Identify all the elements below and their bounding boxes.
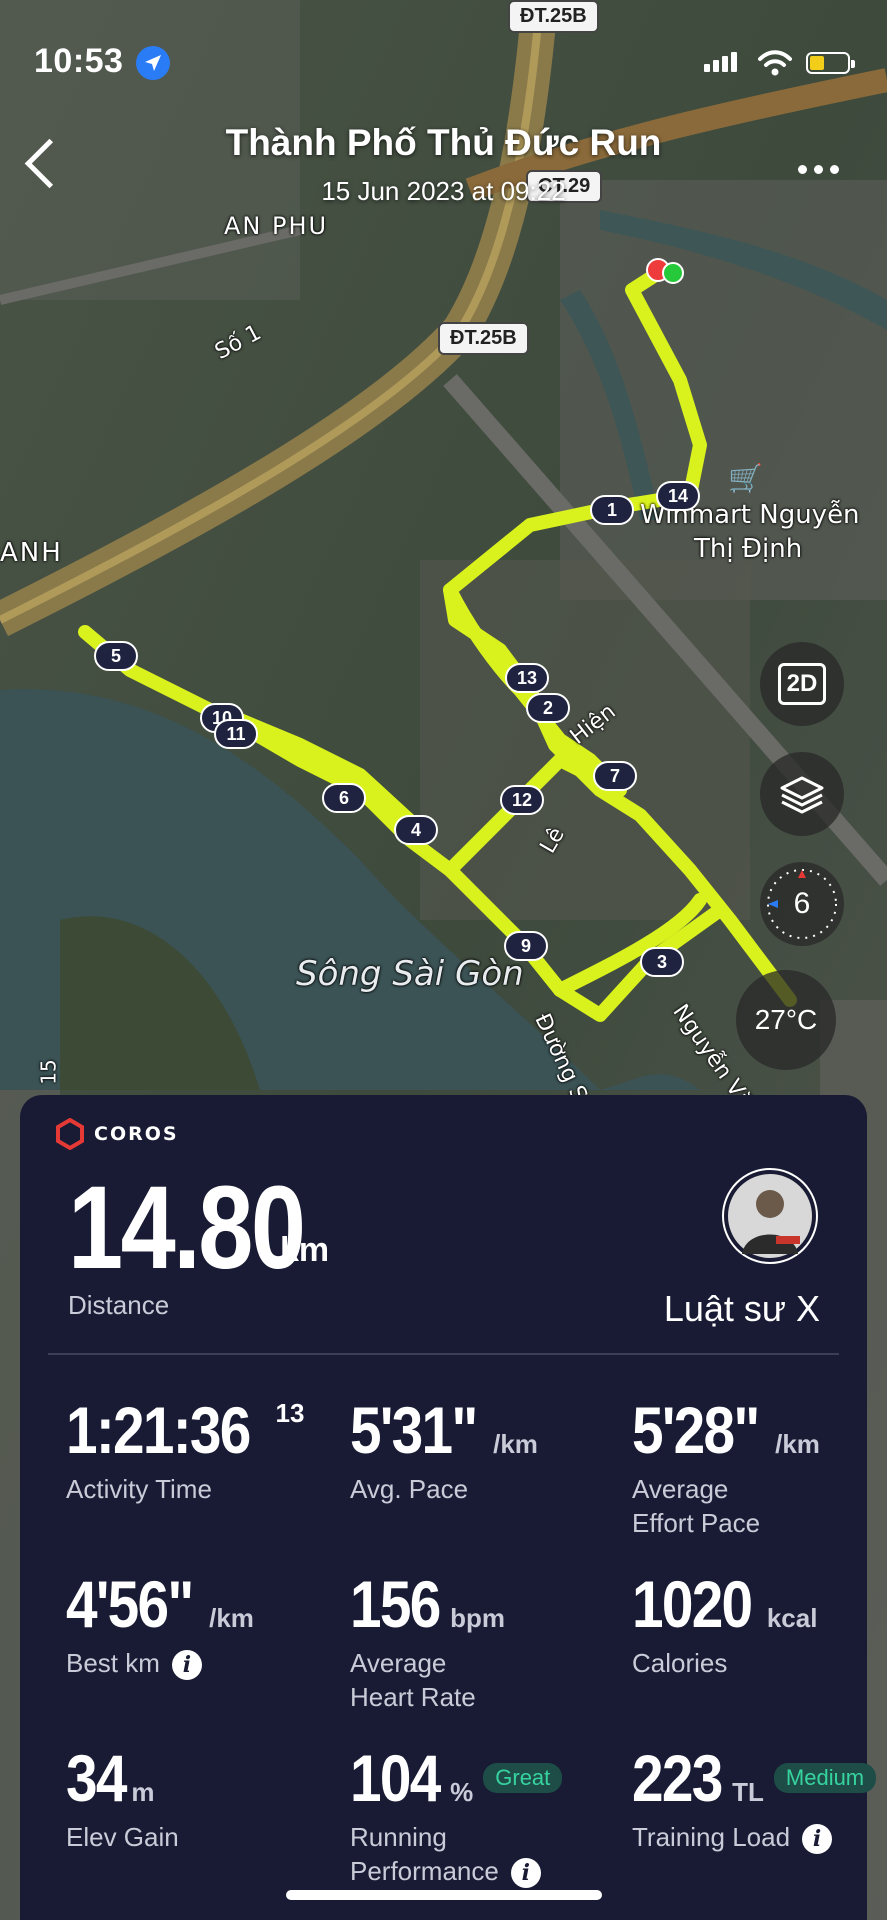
stat-elev-gain: 34 m Elev Gain bbox=[66, 1740, 179, 1854]
training-load-value: 223 bbox=[632, 1741, 723, 1815]
running-performance-info-icon[interactable]: i bbox=[510, 1858, 541, 1889]
activity-time-value: 1:21:36 bbox=[66, 1393, 251, 1467]
running-performance-label1: Running bbox=[350, 1822, 447, 1852]
stat-avg-pace: 5'31" /km Avg. Pace bbox=[350, 1392, 538, 1506]
avatar[interactable] bbox=[722, 1168, 818, 1264]
location-arrow-icon bbox=[136, 46, 170, 80]
stat-best-km: 4'56" /km Best km i bbox=[66, 1566, 254, 1681]
km-marker-9[interactable]: 9 bbox=[504, 931, 548, 961]
toggle-2d-button[interactable]: 2D bbox=[760, 642, 844, 726]
map-label-edge-15: 15 bbox=[36, 1059, 61, 1085]
best-km-label: Best km bbox=[66, 1648, 160, 1678]
training-load-info-icon[interactable]: i bbox=[802, 1824, 833, 1855]
km-marker-4[interactable]: 4 bbox=[394, 815, 438, 845]
running-performance-label2: Performance bbox=[350, 1856, 499, 1886]
road-sign-dt25b-top: ĐT.25B bbox=[508, 0, 599, 33]
running-performance-value: 104 bbox=[350, 1741, 441, 1815]
stat-effort-pace: 5'28" /km Average Effort Pace bbox=[632, 1392, 820, 1540]
avg-pace-unit: /km bbox=[493, 1429, 538, 1459]
km-marker-14[interactable]: 14 bbox=[656, 481, 700, 511]
map-label-anh: ANH bbox=[0, 538, 63, 568]
km-marker-11[interactable]: 11 bbox=[214, 719, 258, 749]
layers-button[interactable] bbox=[760, 752, 844, 836]
coros-logo: COROS bbox=[54, 1118, 179, 1150]
elev-gain-unit: m bbox=[131, 1777, 155, 1807]
km-marker-7[interactable]: 7 bbox=[593, 761, 637, 791]
signal-icon bbox=[704, 52, 737, 72]
effort-pace-label2: Effort Pace bbox=[632, 1508, 761, 1538]
elev-gain-label: Elev Gain bbox=[66, 1822, 179, 1852]
layers-icon bbox=[780, 776, 824, 814]
compass-level: 6 bbox=[793, 887, 811, 920]
brand-name: COROS bbox=[94, 1123, 179, 1145]
distance-value: 14.80 bbox=[68, 1162, 306, 1294]
activity-time-label: Activity Time bbox=[66, 1474, 212, 1504]
temperature-label: 27°C bbox=[754, 1004, 818, 1035]
page-title: Thành Phố Thủ Đức Run bbox=[225, 122, 662, 163]
elev-gain-value: 34 bbox=[66, 1741, 127, 1815]
effort-pace-value: 5'28" bbox=[632, 1393, 760, 1467]
best-km-value: 4'56" bbox=[66, 1567, 194, 1641]
battery-icon bbox=[806, 52, 855, 74]
map-label-an-phu: AN PHU bbox=[224, 212, 329, 240]
heart-rate-unit: bpm bbox=[450, 1603, 506, 1633]
distance-label: Distance bbox=[68, 1290, 170, 1320]
activity-date: 15 Jun 2023 at 09:22 bbox=[321, 176, 566, 206]
stat-running-performance: 104% Great Running Performance i bbox=[350, 1740, 563, 1889]
km-marker-6[interactable]: 6 bbox=[322, 783, 366, 813]
training-load-unit: TL bbox=[732, 1777, 764, 1807]
calories-label: Calories bbox=[632, 1648, 728, 1678]
km-marker-3[interactable]: 3 bbox=[640, 947, 684, 977]
best-km-unit: /km bbox=[209, 1603, 254, 1633]
avg-pace-label: Avg. Pace bbox=[350, 1474, 469, 1504]
wifi-icon bbox=[758, 50, 792, 76]
training-load-badge: Medium bbox=[773, 1763, 877, 1793]
stat-heart-rate: 156 bpm Average Heart Rate bbox=[350, 1566, 505, 1714]
activity-time-sup: 13 bbox=[275, 1398, 305, 1428]
training-load-label: Training Load bbox=[632, 1822, 791, 1852]
compass-button[interactable]: 6 bbox=[760, 862, 844, 946]
home-indicator[interactable] bbox=[286, 1890, 602, 1900]
running-performance-unit: % bbox=[450, 1777, 474, 1807]
weather-badge: 27°C bbox=[736, 970, 836, 1070]
effort-pace-unit: /km bbox=[775, 1429, 820, 1459]
km-marker-12[interactable]: 12 bbox=[500, 785, 544, 815]
athlete-name: Luật sư X bbox=[663, 1288, 820, 1329]
more-icon[interactable] bbox=[798, 165, 839, 174]
heart-rate-label2: Heart Rate bbox=[350, 1682, 476, 1712]
distance-unit: km bbox=[280, 1231, 330, 1269]
mode-2d-label: 2D bbox=[777, 663, 827, 705]
effort-pace-label1: Average bbox=[632, 1474, 729, 1504]
stat-activity-time: 1:21:36 13 Activity Time bbox=[66, 1392, 304, 1506]
map-label-river: Sông Sài Gòn bbox=[296, 954, 524, 994]
map-label-store-line2: Thị Định bbox=[694, 534, 803, 564]
heart-rate-label1: Average bbox=[350, 1648, 447, 1678]
km-marker-2[interactable]: 2 bbox=[526, 693, 570, 723]
route-start-dot bbox=[662, 262, 684, 284]
status-time: 10:53 bbox=[34, 42, 124, 80]
divider bbox=[48, 1353, 839, 1355]
stat-training-load: 223 TL Medium Training Load i bbox=[632, 1740, 877, 1855]
cart-icon: 🛒 bbox=[728, 463, 763, 494]
stat-calories: 1020 kcal Calories bbox=[632, 1566, 817, 1680]
road-sign-dt25b-mid: ĐT.25B bbox=[438, 322, 529, 355]
coros-logo-icon bbox=[56, 1118, 84, 1150]
calories-unit: kcal bbox=[766, 1603, 818, 1633]
running-performance-badge: Great bbox=[483, 1763, 563, 1793]
heart-rate-value: 156 bbox=[350, 1567, 441, 1641]
calories-value: 1020 bbox=[632, 1567, 753, 1641]
avg-pace-value: 5'31" bbox=[350, 1393, 478, 1467]
km-marker-1[interactable]: 1 bbox=[590, 495, 634, 525]
km-marker-5[interactable]: 5 bbox=[94, 641, 138, 671]
km-marker-13[interactable]: 13 bbox=[505, 663, 549, 693]
best-km-info-icon[interactable]: i bbox=[171, 1650, 202, 1681]
